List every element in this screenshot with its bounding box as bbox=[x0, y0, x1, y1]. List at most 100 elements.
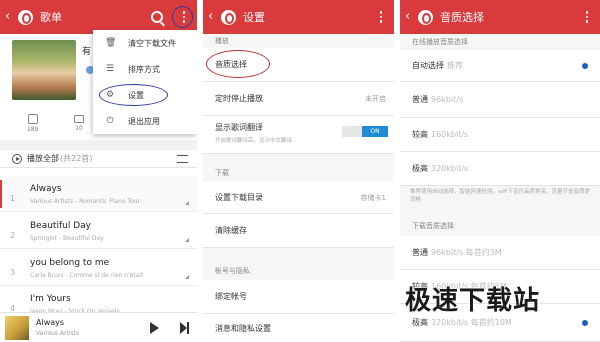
search-icon[interactable] bbox=[151, 11, 163, 23]
more-menu-icon[interactable] bbox=[580, 9, 594, 25]
play-all-bar[interactable]: 播放全部 (共22首) bbox=[0, 150, 197, 168]
song-title: you belong to me bbox=[30, 258, 110, 268]
back-icon[interactable]: ‹ bbox=[405, 0, 415, 34]
back-icon[interactable]: ‹ bbox=[5, 0, 15, 34]
option-label: 极高 bbox=[412, 164, 428, 173]
option-high[interactable]: 较高 160kbit/s bbox=[400, 118, 600, 152]
stat-value: 189 bbox=[27, 126, 39, 133]
option-hint: 160kbit/s bbox=[431, 130, 469, 139]
corner-icon bbox=[185, 201, 189, 205]
more-menu-icon[interactable] bbox=[374, 9, 388, 25]
page-title: 音质选择 bbox=[440, 11, 484, 24]
list-item[interactable]: 2 Beautiful Day Springlot - Beautiful Da… bbox=[0, 213, 197, 249]
app-logo-icon bbox=[18, 9, 33, 25]
row-value: 存储卡1 bbox=[360, 193, 386, 202]
stat-download[interactable]: 189 bbox=[27, 114, 38, 133]
radio-selected-icon[interactable] bbox=[582, 319, 588, 326]
row-hint: 开启歌词翻译后，显示中文翻译 bbox=[215, 138, 293, 144]
bind-account-row[interactable]: 绑定帐号 bbox=[203, 280, 394, 314]
menu-item-label: 排序方式 bbox=[128, 64, 160, 74]
option-label: 普通 bbox=[412, 248, 428, 257]
section-account: 帐号与隐私 bbox=[215, 267, 250, 275]
trash-icon: 🗑 bbox=[105, 38, 117, 48]
toggle-label: ON bbox=[362, 126, 388, 137]
top-bar: ‹ 音质选择 bbox=[400, 0, 600, 34]
settings-screen: ‹ 设置 播放 音质选择 定时停止播放 未开启 显示歌词翻译 开启歌词翻译后，显… bbox=[203, 0, 394, 342]
highlight-oval bbox=[172, 6, 193, 28]
app-logo-icon bbox=[418, 9, 433, 25]
page-title: 歌单 bbox=[40, 11, 62, 24]
back-icon[interactable]: ‹ bbox=[208, 0, 218, 34]
sleep-timer-row[interactable]: 定时停止播放 未开启 bbox=[203, 82, 394, 116]
corner-icon bbox=[185, 275, 189, 279]
menu-item-sort[interactable]: ☰ 排序方式 bbox=[93, 56, 197, 82]
song-subtitle: Carla Bruni - Comme si de rien n'était bbox=[30, 272, 144, 279]
clear-cache-row[interactable]: 清除缓存 bbox=[203, 214, 394, 248]
playlist-screen: ‹ 歌单 有 189 10 播放全部 (共22首) 1 Always Vario… bbox=[0, 0, 197, 342]
song-title: I'm Yours bbox=[30, 294, 71, 304]
player-title: Always bbox=[36, 318, 65, 327]
exit-icon: ⏻ bbox=[106, 116, 114, 126]
lyrics-toggle[interactable]: ON bbox=[342, 126, 388, 137]
option-normal[interactable]: 普通 96kbit/s bbox=[400, 82, 600, 118]
comment-icon bbox=[74, 115, 84, 123]
menu-item-exit[interactable]: ⏻ 退出应用 bbox=[93, 108, 197, 134]
option-label: 自动选择 bbox=[412, 61, 444, 70]
song-number: 2 bbox=[10, 231, 16, 240]
play-circle-icon bbox=[12, 153, 22, 164]
highlight-oval bbox=[206, 50, 270, 78]
option-hint: 320kbit/s 每首约10M bbox=[431, 318, 512, 327]
play-icon[interactable] bbox=[150, 322, 159, 334]
row-label: 设置下载目录 bbox=[215, 193, 263, 202]
section-play: 播放 bbox=[215, 37, 229, 45]
divider bbox=[0, 140, 197, 150]
option-label: 普通 bbox=[412, 95, 428, 104]
option-label: 极高 bbox=[412, 318, 428, 327]
radio-selected-icon[interactable] bbox=[582, 62, 588, 69]
stat-comment[interactable]: 10 bbox=[74, 114, 84, 132]
watermark-text: 极速下载站 bbox=[405, 286, 541, 316]
list-item[interactable]: 3 you belong to me Carla Bruni - Comme s… bbox=[0, 250, 197, 286]
section-download-quality: 下载音质选择 bbox=[412, 222, 454, 230]
option-hint: 96kbit/s 每首约3M bbox=[431, 248, 502, 257]
list-item[interactable]: 1 Always Various Artists - Romantic Pian… bbox=[0, 176, 197, 212]
section-online: 在线播放音质选择 bbox=[412, 38, 468, 46]
playlist-name: 有 bbox=[82, 47, 92, 57]
download-icon bbox=[27, 114, 38, 124]
download-dir-row[interactable]: 设置下载目录 存储卡1 bbox=[203, 182, 394, 214]
section-download: 下载 bbox=[215, 169, 229, 177]
mini-player[interactable]: Always Various Artists bbox=[0, 312, 197, 342]
top-bar: ‹ 歌单 bbox=[0, 0, 197, 34]
song-subtitle: Springlot - Beautiful Day bbox=[30, 235, 104, 242]
row-label: 消息和隐私设置 bbox=[215, 324, 271, 333]
row-label: 定时停止播放 bbox=[215, 94, 263, 103]
row-value: 未开启 bbox=[365, 94, 386, 103]
option-auto[interactable]: 自动选择 推荐 bbox=[400, 50, 600, 82]
song-number: 1 bbox=[10, 194, 16, 203]
row-label: 绑定帐号 bbox=[215, 292, 247, 301]
privacy-row[interactable]: 消息和隐私设置 bbox=[203, 314, 394, 342]
option-hint: 96kbit/s bbox=[431, 95, 464, 104]
song-title: Always bbox=[30, 184, 62, 194]
highlight-oval bbox=[99, 84, 168, 106]
overflow-menu: 🗑 清空下载文件 ☰ 排序方式 ⚙ 设置 ⏻ 退出应用 bbox=[93, 30, 197, 134]
row-label: 显示歌词翻译 bbox=[215, 123, 263, 132]
option-hint: 推荐 bbox=[447, 61, 463, 70]
dl-option-normal[interactable]: 普通 96kbit/s 每首约3M bbox=[400, 236, 600, 270]
song-subtitle: Various Artists - Romantic Piano Tour bbox=[30, 198, 141, 205]
top-bar: ‹ 设置 bbox=[203, 0, 394, 34]
next-icon[interactable] bbox=[180, 322, 190, 334]
option-extreme[interactable]: 极高 320kbit/s bbox=[400, 152, 600, 186]
sort-icon: ☰ bbox=[105, 64, 115, 74]
app-logo-icon bbox=[221, 9, 236, 25]
playlist-cover bbox=[12, 40, 76, 100]
song-title: Beautiful Day bbox=[30, 221, 91, 231]
menu-item-label: 清空下载文件 bbox=[128, 38, 176, 48]
row-label: 清除缓存 bbox=[215, 226, 247, 235]
song-count: (共22首) bbox=[60, 154, 93, 163]
album-thumbnail bbox=[5, 316, 29, 340]
menu-item-clear-downloads[interactable]: 🗑 清空下载文件 bbox=[93, 30, 197, 56]
stat-value: 10 bbox=[75, 125, 83, 132]
menu-item-label: 退出应用 bbox=[128, 116, 160, 126]
list-edit-icon[interactable] bbox=[177, 154, 188, 163]
